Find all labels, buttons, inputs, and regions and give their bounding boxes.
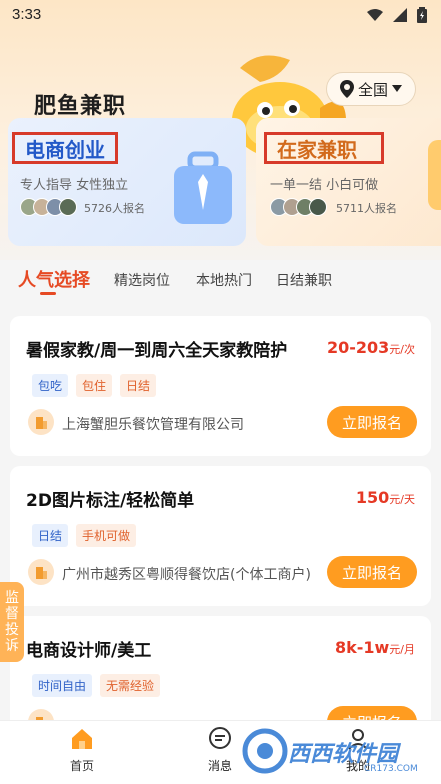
tag: 手机可做 xyxy=(76,524,137,547)
job-title: 暑假家教/周一到周六全天家教陪护 xyxy=(26,341,288,361)
signup-count: 5726人报名 xyxy=(84,202,145,215)
job-tags: 包吃 包住 日结 xyxy=(32,374,157,397)
job-title: 电商设计师/美工 xyxy=(26,641,152,661)
tag: 包住 xyxy=(76,374,113,397)
work-from-home-card[interactable]: 在家兼职 一单一结 小白可做 5711人报名 xyxy=(256,118,441,246)
avatar-group xyxy=(20,198,77,216)
avatar xyxy=(59,198,77,216)
job-tags: 时间自由 无需经验 xyxy=(32,674,161,697)
region-label: 全国 xyxy=(357,80,388,99)
nav-home[interactable]: 首页 xyxy=(52,727,112,774)
apply-button[interactable]: 立即报名 xyxy=(327,406,417,438)
status-time: 3:33 xyxy=(12,6,42,23)
tag: 日结 xyxy=(32,524,69,547)
avatar-group xyxy=(270,198,327,216)
watermark-logo: 西西软件园 CR173.COM xyxy=(236,724,441,778)
job-salary: 8k-1w元/月 xyxy=(334,638,415,657)
card-title: 电商创业 xyxy=(12,132,118,164)
caret-down-icon xyxy=(392,85,402,92)
card-title: 在家兼职 xyxy=(264,132,384,164)
watermark-emblem-icon xyxy=(242,728,288,774)
briefcase-icon xyxy=(174,151,232,224)
job-card[interactable]: 暑假家教/周一到周六全天家教陪护 20-203元/次 包吃 包住 日结 上海蟹胆… xyxy=(10,316,431,456)
company-name: 广州市越秀区粤顺得餐饮店(个体工商户) xyxy=(62,567,311,583)
job-title: 2D图片标注/轻松简单 xyxy=(26,491,195,511)
tag: 日结 xyxy=(120,374,157,397)
ecommerce-card[interactable]: 电商创业 专人指导 女性独立 5726人报名 xyxy=(8,118,246,246)
nav-label: 首页 xyxy=(69,759,94,773)
status-bar: 3:33 xyxy=(0,0,441,32)
message-icon xyxy=(209,727,231,749)
tab-daily-pay[interactable]: 日结兼职 xyxy=(276,270,332,290)
tag: 包吃 xyxy=(32,374,69,397)
app-title: 肥鱼兼职 xyxy=(34,94,127,119)
battery-icon xyxy=(417,7,427,23)
active-tab-indicator xyxy=(40,292,56,295)
location-pin-icon xyxy=(339,80,354,98)
tab-selected-jobs[interactable]: 精选岗位 xyxy=(114,270,170,290)
company-name: 上海蟹胆乐餐饮管理有限公司 xyxy=(62,417,244,433)
job-tags: 日结 手机可做 xyxy=(32,524,137,547)
region-selector[interactable]: 全国 xyxy=(326,72,416,106)
job-salary: 150元/天 xyxy=(355,488,415,507)
company-building-icon xyxy=(28,409,54,435)
supervise-complaint-button[interactable]: 监督投诉 xyxy=(0,582,24,662)
category-tabs: 人气选择 精选岗位 本地热门 日结兼职 xyxy=(0,262,441,298)
apply-button[interactable]: 立即报名 xyxy=(327,556,417,588)
decoration-icon xyxy=(428,140,441,210)
company-building-icon xyxy=(28,559,54,585)
tag: 无需经验 xyxy=(100,674,161,697)
card-subtitle: 专人指导 女性独立 xyxy=(20,178,129,193)
signup-count: 5711人报名 xyxy=(336,202,397,215)
status-icons xyxy=(367,7,427,23)
card-subtitle: 一单一结 小白可做 xyxy=(270,178,379,193)
tab-local-hot[interactable]: 本地热门 xyxy=(196,270,252,290)
wifi-icon xyxy=(367,8,383,21)
home-icon xyxy=(72,729,92,749)
job-card[interactable]: 2D图片标注/轻松简单 150元/天 日结 手机可做 广州市越秀区粤顺得餐饮店(… xyxy=(10,466,431,606)
job-salary: 20-203元/次 xyxy=(326,338,415,357)
watermark-url: CR173.COM xyxy=(364,764,418,774)
avatar xyxy=(309,198,327,216)
tag: 时间自由 xyxy=(32,674,93,697)
signal-icon xyxy=(393,8,407,22)
tab-popular[interactable]: 人气选择 xyxy=(18,266,90,292)
